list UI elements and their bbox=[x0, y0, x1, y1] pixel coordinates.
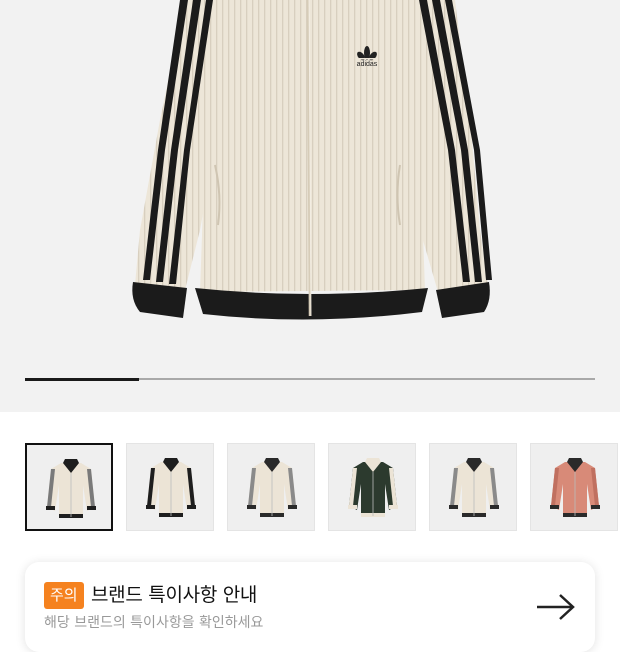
thumbnail-strip bbox=[25, 443, 620, 533]
thumbnail-6[interactable] bbox=[530, 443, 618, 531]
left-cuff bbox=[132, 282, 187, 318]
thumbnail-jacket-image bbox=[146, 458, 196, 517]
thumbnail-jacket-image bbox=[46, 459, 96, 518]
thumbnail-jacket-image bbox=[449, 458, 499, 517]
brand-notice-card[interactable]: 주의 브랜드 특이사항 안내 해당 브랜드의 특이사항을 확인하세요 bbox=[25, 562, 595, 652]
waistband bbox=[195, 288, 428, 320]
thumbnail-jacket-image bbox=[247, 458, 297, 517]
jacket-body bbox=[195, 0, 430, 292]
thumbnail-jacket-image bbox=[550, 458, 600, 517]
notice-title: 브랜드 특이사항 안내 bbox=[91, 584, 258, 606]
product-image: adidas bbox=[132, 0, 492, 320]
thumbnail-jacket-image bbox=[348, 458, 398, 517]
notice-subtitle: 해당 브랜드의 특이사항을 확인하세요 bbox=[44, 615, 264, 631]
arrow-right-icon[interactable] bbox=[535, 592, 577, 622]
thumbnail-3[interactable] bbox=[227, 443, 315, 531]
thumbnail-2[interactable] bbox=[126, 443, 214, 531]
thumbnail-5[interactable] bbox=[429, 443, 517, 531]
gallery-progress-fill bbox=[25, 377, 139, 381]
brand-logo-text: adidas bbox=[357, 61, 378, 68]
caution-badge: 주의 bbox=[44, 582, 84, 609]
gallery-progress-bar[interactable] bbox=[25, 377, 595, 381]
thumbnail-4[interactable] bbox=[328, 443, 416, 531]
thumbnail-1[interactable] bbox=[25, 443, 113, 531]
product-image-gallery[interactable]: adidas bbox=[0, 0, 620, 412]
